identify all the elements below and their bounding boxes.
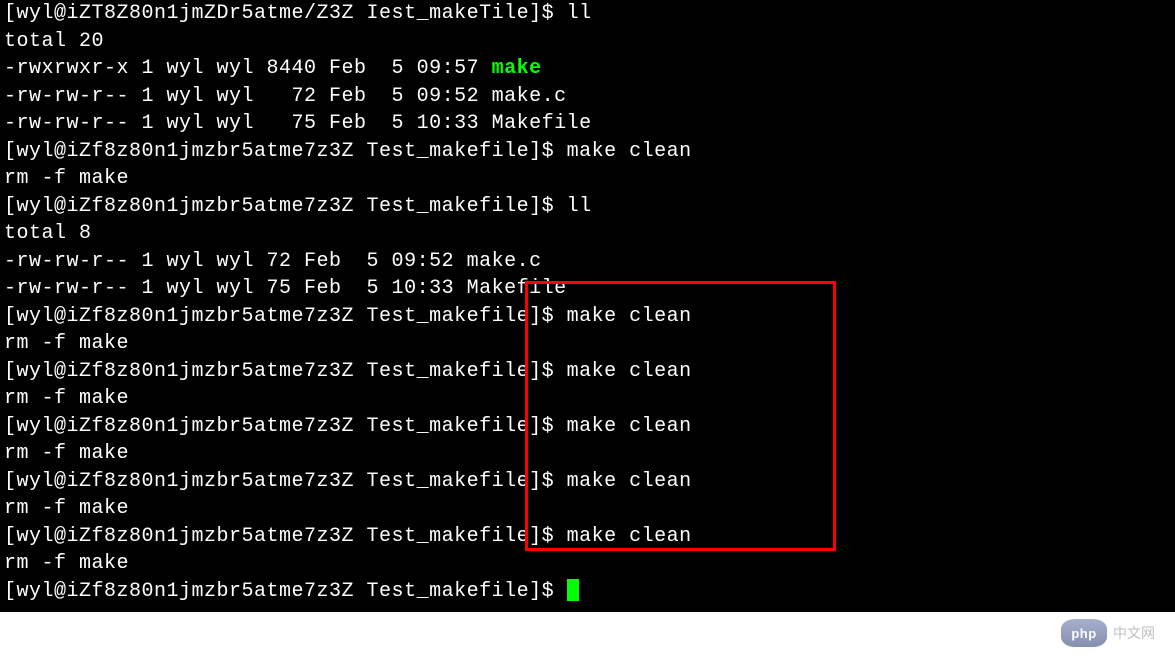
ls-line: -rw-rw-r-- 1 wyl wyl 72 Feb 5 09:52 make… bbox=[4, 83, 1171, 111]
ls-line: -rw-rw-r-- 1 wyl wyl 72 Feb 5 09:52 make… bbox=[4, 248, 1171, 276]
output-line: rm -f make bbox=[4, 440, 1171, 468]
prompt-line: [wyl@iZf8z80n1jmzbr5atme7z3Z Test_makefi… bbox=[4, 358, 1171, 386]
prompt-line: [wyl@iZf8z80n1jmzbr5atme7z3Z Test_makefi… bbox=[4, 413, 1171, 441]
output-line: rm -f make bbox=[4, 330, 1171, 358]
prompt-line: [wyl@iZf8z80n1jmzbr5atme7z3Z Test_makefi… bbox=[4, 578, 1171, 606]
ls-line: -rw-rw-r-- 1 wyl wyl 75 Feb 5 10:33 Make… bbox=[4, 275, 1171, 303]
output-line: rm -f make bbox=[4, 550, 1171, 578]
output-line: total 8 bbox=[4, 220, 1171, 248]
prompt-line: [wyl@iZf8z80n1jmzbr5atme7z3Z Test_makefi… bbox=[4, 138, 1171, 166]
output-line: total 20 bbox=[4, 28, 1171, 56]
output-line: rm -f make bbox=[4, 495, 1171, 523]
ls-line: -rw-rw-r-- 1 wyl wyl 75 Feb 5 10:33 Make… bbox=[4, 110, 1171, 138]
prompt-line: [wyl@iZT8Z80n1jmZDr5atme/Z3Z Iest_makeTi… bbox=[4, 0, 1171, 28]
terminal-window[interactable]: [wyl@iZT8Z80n1jmZDr5atme/Z3Z Iest_makeTi… bbox=[0, 0, 1175, 612]
output-line: rm -f make bbox=[4, 385, 1171, 413]
cursor bbox=[567, 579, 579, 601]
output-line: rm -f make bbox=[4, 165, 1171, 193]
prompt-line: [wyl@iZf8z80n1jmzbr5atme7z3Z Test_makefi… bbox=[4, 468, 1171, 496]
prompt-line: [wyl@iZf8z80n1jmzbr5atme7z3Z Test_makefi… bbox=[4, 303, 1171, 331]
watermark-logo: php bbox=[1061, 619, 1107, 647]
file-executable: make bbox=[492, 57, 542, 80]
watermark-text: 中文网 bbox=[1113, 623, 1155, 643]
prompt-line: [wyl@iZf8z80n1jmzbr5atme7z3Z Test_makefi… bbox=[4, 523, 1171, 551]
watermark: php 中文网 bbox=[1061, 619, 1155, 647]
prompt-line: [wyl@iZf8z80n1jmzbr5atme7z3Z Test_makefi… bbox=[4, 193, 1171, 221]
ls-line: -rwxrwxr-x 1 wyl wyl 8440 Feb 5 09:57 ma… bbox=[4, 55, 1171, 83]
